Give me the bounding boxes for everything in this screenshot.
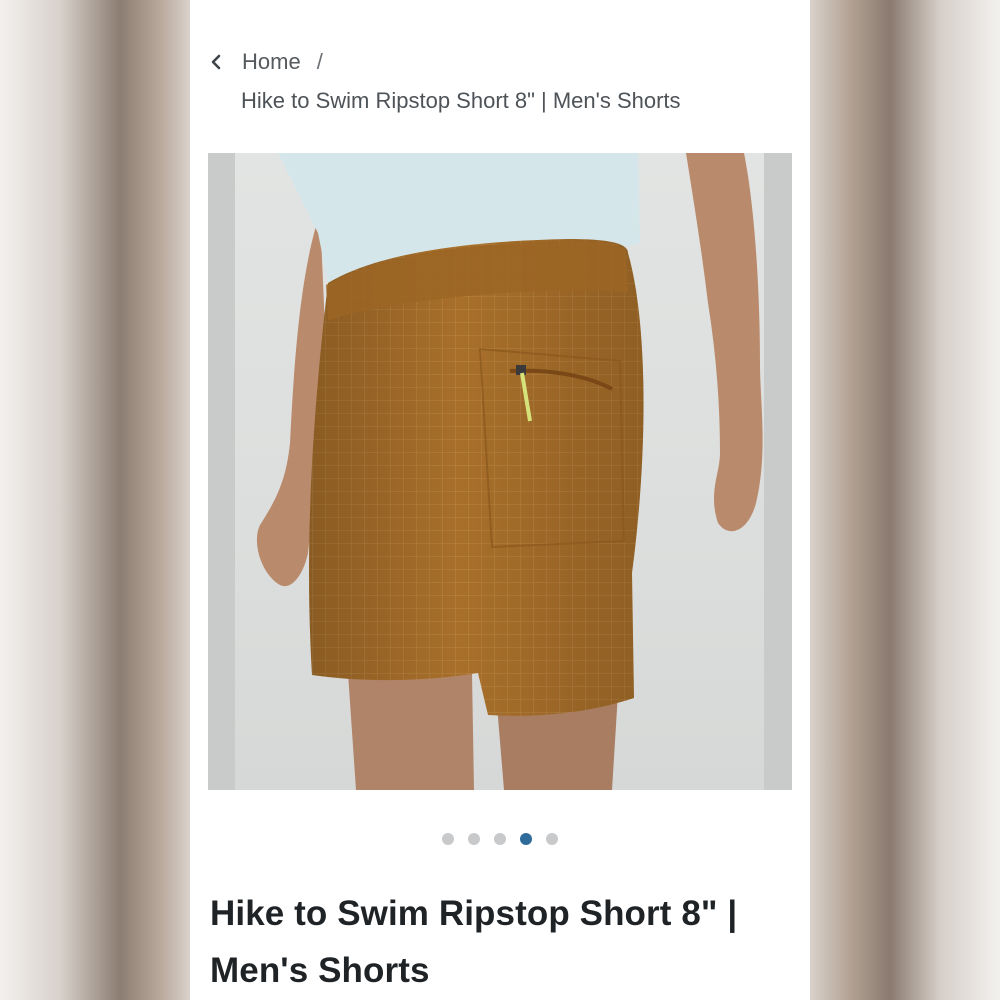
- chevron-left-icon[interactable]: [210, 54, 232, 70]
- breadcrumb-current-page: Hike to Swim Ripstop Short 8" | Men's Sh…: [241, 88, 681, 113]
- product-title: Hike to Swim Ripstop Short 8" | Men's Sh…: [210, 894, 738, 991]
- breadcrumb-home-link[interactable]: Home: [242, 49, 301, 75]
- breadcrumb: Home / Hike to Swim Ripstop Short 8" | M…: [210, 44, 790, 118]
- product-photo: [256, 153, 763, 790]
- carousel-dot-5[interactable]: [546, 833, 558, 845]
- breadcrumb-separator: /: [316, 49, 323, 74]
- image-frame-left: [208, 153, 235, 790]
- carousel-indicator: [190, 833, 810, 845]
- carousel-dot-3[interactable]: [494, 833, 506, 845]
- product-image[interactable]: [208, 153, 792, 790]
- image-frame-right: [764, 153, 792, 790]
- carousel-dot-2[interactable]: [468, 833, 480, 845]
- product-page: Home / Hike to Swim Ripstop Short 8" | M…: [190, 0, 810, 1000]
- carousel-dot-4-active[interactable]: [520, 833, 532, 845]
- carousel-dot-1[interactable]: [442, 833, 454, 845]
